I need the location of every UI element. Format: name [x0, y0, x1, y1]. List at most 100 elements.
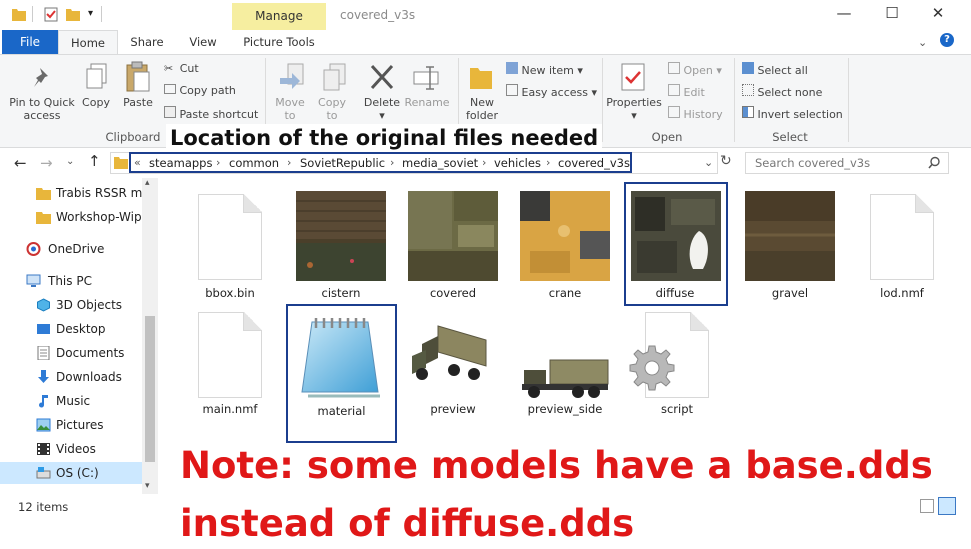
file-tile[interactable]: script: [622, 304, 732, 420]
ribbon-collapse-icon[interactable]: ⌄: [918, 36, 927, 49]
edit-button[interactable]: Edit: [668, 84, 705, 100]
breadcrumb-separator[interactable]: ›: [390, 156, 394, 169]
file-tile-material-highlighted[interactable]: material: [286, 304, 397, 443]
breadcrumb-media-soviet[interactable]: media_soviet: [402, 156, 478, 170]
select-all-icon: [742, 62, 754, 74]
paste-shortcut-icon: [164, 106, 176, 118]
easy-access-button[interactable]: Easy access ▾: [506, 84, 597, 100]
nav-item-music[interactable]: Music: [0, 390, 142, 412]
truck-icon: [412, 325, 487, 380]
texture-thumbnail: [631, 191, 721, 281]
breadcrumb-separator[interactable]: ›: [287, 156, 291, 169]
open-group-label: Open: [651, 130, 683, 144]
breadcrumb-separator[interactable]: ›: [482, 156, 486, 169]
paste-shortcut-button[interactable]: Paste shortcut: [164, 106, 258, 122]
delete-dropdown-icon: ▾: [379, 109, 385, 122]
copy-icon: [86, 63, 107, 89]
address-dropdown-icon[interactable]: ⌄: [704, 156, 713, 169]
details-view-icon[interactable]: [920, 499, 934, 513]
onedrive-icon: [26, 242, 41, 256]
file-tile[interactable]: cistern: [286, 186, 396, 302]
up-icon[interactable]: ↑: [88, 152, 101, 170]
scroll-up-icon[interactable]: ▴: [145, 178, 150, 188]
nav-item-onedrive[interactable]: OneDrive: [0, 238, 142, 260]
breadcrumb-separator[interactable]: ›: [216, 156, 220, 169]
nav-item-label: Trabis RSSR moc: [56, 186, 142, 200]
nav-item-os-c[interactable]: OS (C:): [0, 462, 142, 484]
nav-item-workshop-wip[interactable]: Workshop-Wip: [0, 206, 142, 228]
file-tile[interactable]: covered: [398, 186, 508, 302]
properties-button[interactable]: Properties ▾: [606, 96, 662, 122]
delete-button[interactable]: Delete ▾: [362, 96, 402, 122]
file-tile-diffuse-highlighted[interactable]: diffuse: [624, 182, 728, 306]
tab-file[interactable]: File: [2, 30, 58, 55]
file-tile[interactable]: main.nmf: [175, 304, 285, 420]
nav-item-desktop[interactable]: Desktop: [0, 318, 142, 340]
forward-icon[interactable]: →: [40, 154, 53, 172]
file-tile[interactable]: crane: [510, 186, 620, 302]
large-icons-view-icon[interactable]: [938, 497, 956, 515]
pin-to-quick-access-button[interactable]: Pin to Quick access: [6, 96, 78, 122]
rename-button[interactable]: Rename: [404, 96, 450, 109]
paste-button[interactable]: Paste: [120, 96, 156, 109]
nav-item-label: OneDrive: [48, 242, 105, 256]
scroll-down-icon[interactable]: ▾: [145, 481, 150, 491]
nav-item-3d-objects[interactable]: 3D Objects: [0, 294, 142, 316]
file-name: cistern: [321, 286, 361, 300]
breadcrumb-sovietrepublic[interactable]: SovietRepublic: [300, 156, 385, 170]
select-none-button[interactable]: Select none: [742, 84, 822, 100]
new-folder-icon: [470, 68, 492, 89]
tab-picture-tools[interactable]: Picture Tools: [232, 30, 326, 55]
open-button[interactable]: Open ▾: [668, 62, 722, 78]
cut-button[interactable]: ✂ Cut: [164, 62, 199, 76]
file-tile[interactable]: preview_side: [510, 304, 620, 420]
nav-item-this-pc[interactable]: This PC: [0, 270, 142, 292]
new-item-label: New item: [521, 64, 574, 77]
nav-item-trabis[interactable]: Trabis RSSR moc: [0, 182, 142, 204]
new-folder-quick-icon[interactable]: [66, 6, 80, 22]
file-name: crane: [548, 286, 582, 300]
invert-selection-label: Invert selection: [757, 108, 843, 121]
tab-home[interactable]: Home: [58, 30, 118, 55]
invert-selection-button[interactable]: Invert selection: [742, 106, 843, 122]
maximize-icon[interactable]: ☐: [880, 4, 904, 24]
new-item-button[interactable]: New item ▾: [506, 62, 583, 78]
edit-icon: [668, 84, 680, 96]
quick-access-dropdown-icon[interactable]: ▾: [88, 8, 93, 19]
tab-share[interactable]: Share: [122, 30, 172, 55]
history-button[interactable]: History: [668, 106, 723, 122]
nav-item-downloads[interactable]: Downloads: [0, 366, 142, 388]
breadcrumb-vehicles[interactable]: vehicles: [494, 156, 541, 170]
file-tile[interactable]: lod.nmf: [847, 186, 957, 302]
file-tile[interactable]: gravel: [735, 186, 845, 302]
refresh-icon[interactable]: ↻: [720, 153, 732, 169]
breadcrumb-separator[interactable]: ›: [546, 156, 550, 169]
copy-button[interactable]: Copy: [78, 96, 114, 109]
back-icon[interactable]: ←: [14, 154, 27, 172]
copy-path-button[interactable]: Copy path: [164, 84, 236, 98]
search-icon[interactable]: [928, 156, 941, 169]
file-tile[interactable]: bbox.bin: [175, 186, 285, 302]
breadcrumb-common[interactable]: common: [229, 156, 279, 170]
nav-scrollbar-thumb[interactable]: [145, 316, 155, 462]
manage-context-tab[interactable]: Manage: [232, 3, 326, 30]
help-icon[interactable]: ?: [940, 33, 954, 47]
properties-quick-icon[interactable]: [44, 6, 58, 22]
documents-icon: [37, 346, 50, 360]
breadcrumb-overflow[interactable]: «: [134, 156, 141, 169]
nav-item-documents[interactable]: Documents: [0, 342, 142, 364]
group-divider: [848, 58, 849, 142]
cut-label: Cut: [179, 62, 199, 75]
minimize-icon[interactable]: —: [832, 4, 856, 24]
close-icon[interactable]: ✕: [926, 4, 950, 24]
nav-item-videos[interactable]: Videos: [0, 438, 142, 460]
breadcrumb-steamapps[interactable]: steamapps: [149, 156, 212, 170]
new-folder-button[interactable]: New folder: [462, 96, 502, 122]
tab-view[interactable]: View: [178, 30, 228, 55]
nav-item-pictures[interactable]: Pictures: [0, 414, 142, 436]
breadcrumb-covered-v3s[interactable]: covered_v3s: [558, 156, 630, 170]
select-all-button[interactable]: Select all: [742, 62, 808, 78]
file-tile[interactable]: preview: [398, 304, 508, 420]
recent-locations-icon[interactable]: ⌄: [66, 156, 74, 167]
item-count: 12 items: [18, 500, 69, 514]
